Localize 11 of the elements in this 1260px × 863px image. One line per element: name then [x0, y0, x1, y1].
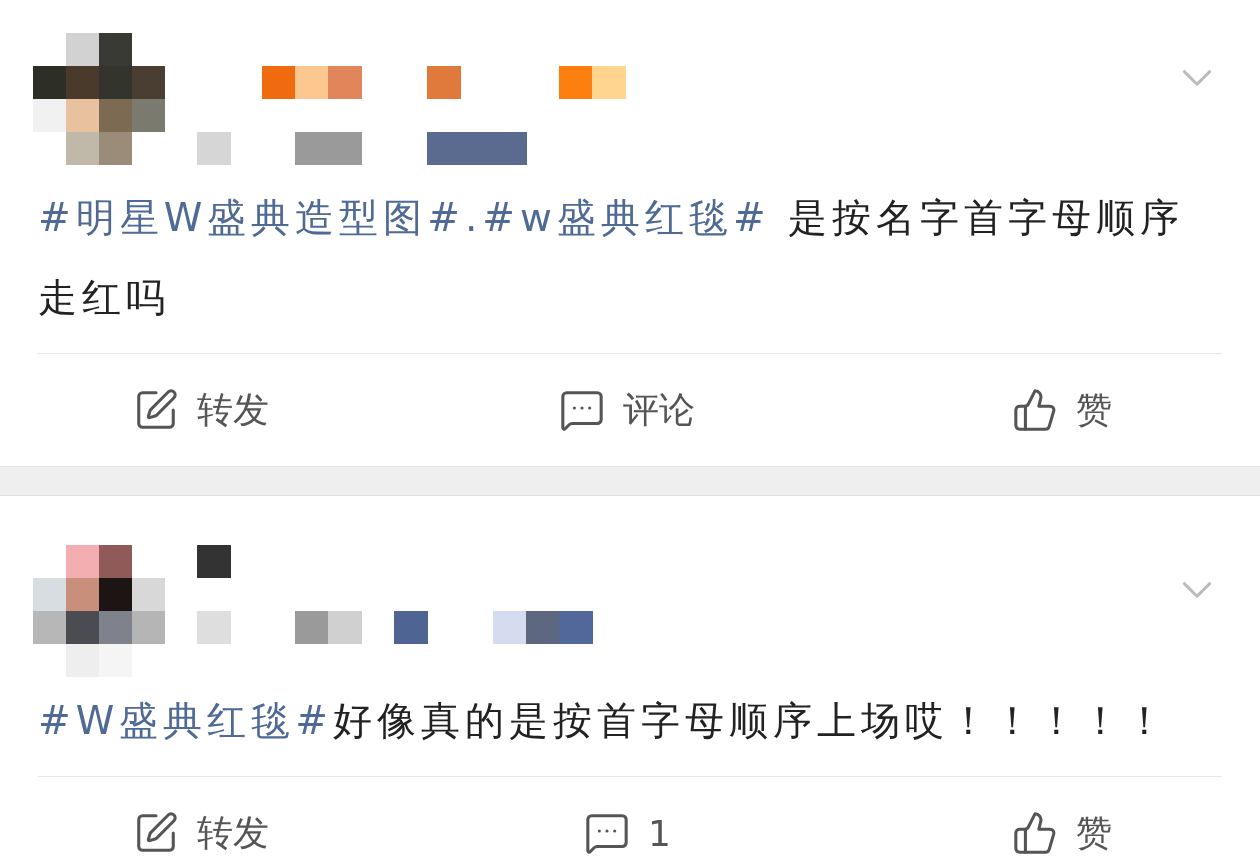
like-button[interactable]: 赞	[1012, 808, 1222, 858]
repost-button[interactable]: 转发	[33, 385, 269, 435]
post-text: #W盛典红毯#好像真的是按首字母顺序上场哎！！！！！	[37, 697, 1170, 745]
thumbs-up-icon	[1012, 387, 1058, 433]
comment-button[interactable]: 1	[584, 810, 671, 856]
like-button[interactable]: 赞	[1012, 385, 1222, 435]
pixelated-name-drawing	[197, 545, 231, 578]
post-text: #明星W盛典造型图#.#w盛典红毯# 是按名字首字母顺序走红吗	[37, 194, 1185, 322]
comment-button[interactable]: 评论	[559, 385, 696, 435]
repost-button[interactable]: 转发	[33, 808, 269, 858]
thumbs-up-icon	[1012, 810, 1058, 856]
